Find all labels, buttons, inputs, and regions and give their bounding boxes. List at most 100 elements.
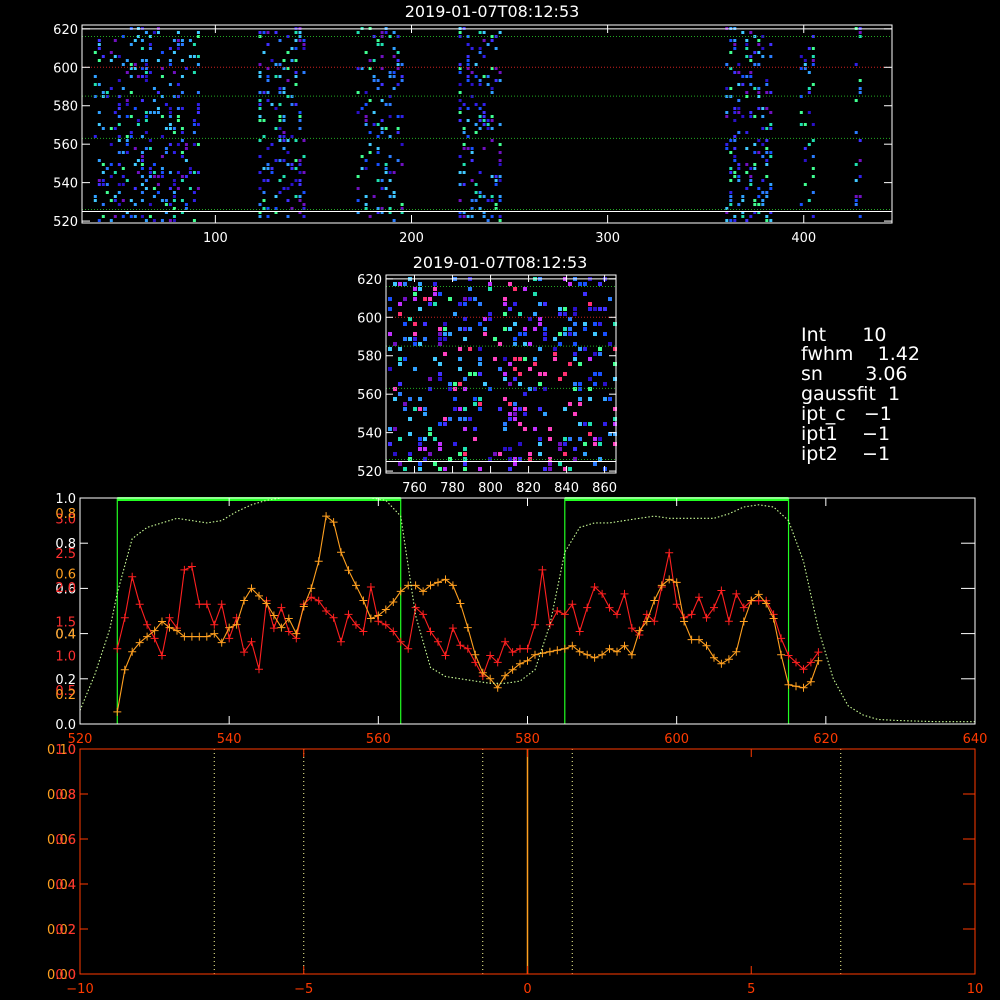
wide-image-pixel bbox=[799, 123, 803, 126]
wide-image-pixel bbox=[168, 63, 172, 66]
wide-image-pixel bbox=[93, 195, 97, 198]
wide-image-pixel bbox=[757, 139, 761, 142]
wide-image-pixel bbox=[803, 123, 807, 126]
zoom-image-pixel bbox=[438, 447, 442, 451]
wide-image-pixel bbox=[282, 135, 286, 138]
zoom-image-pixel bbox=[593, 307, 597, 311]
profile-point-0 bbox=[269, 624, 278, 633]
wide-image-pixel bbox=[380, 99, 384, 102]
wide-image-pixel bbox=[741, 115, 745, 118]
wide-image-pixel bbox=[356, 199, 360, 202]
zoom-image-pixel bbox=[553, 352, 557, 356]
wide-image-pixel bbox=[294, 31, 298, 34]
wide-image-pixel bbox=[266, 75, 270, 78]
profile-point-0 bbox=[337, 637, 345, 646]
zoom-image-pixel bbox=[588, 377, 592, 381]
wide-image-pixel bbox=[266, 31, 270, 34]
zoom-image-pixel bbox=[603, 332, 607, 336]
wide-image-pixel bbox=[140, 163, 144, 166]
zoom-image-pixel bbox=[598, 347, 602, 351]
zoom-image-pixel bbox=[513, 407, 517, 411]
wide-image-pixel bbox=[113, 195, 117, 198]
zoom-image-pixel bbox=[588, 422, 592, 426]
wide-image-pixel bbox=[478, 127, 482, 130]
wide-image-pixel bbox=[117, 139, 121, 142]
wide-image-pixel bbox=[298, 183, 302, 186]
zoom-image-pixel bbox=[573, 342, 577, 346]
wide-image-pixel bbox=[278, 119, 282, 122]
zoom-image-pixel bbox=[533, 427, 537, 431]
bottom-vlines bbox=[213, 749, 842, 974]
wide-image-pixel bbox=[737, 131, 741, 134]
wide-image-pixel bbox=[302, 39, 306, 42]
wide-image-pixel bbox=[364, 123, 368, 126]
wide-image-pixel bbox=[105, 183, 109, 186]
wide-image-pixel bbox=[140, 183, 144, 186]
wide-image-pixel bbox=[737, 111, 741, 114]
wide-image-pixel bbox=[729, 151, 733, 154]
wide-image-pixel bbox=[745, 171, 749, 174]
wide-image-pixel bbox=[302, 139, 306, 142]
wide-image-pixel bbox=[360, 107, 364, 110]
wide-image-pixel bbox=[294, 83, 298, 86]
wide-image-pixel bbox=[168, 143, 172, 146]
profile-point-0 bbox=[187, 562, 196, 571]
wide-image-pixel bbox=[168, 187, 172, 190]
wide-image-pixel bbox=[274, 31, 278, 34]
zoom-image-pixel bbox=[388, 307, 392, 311]
zoom-image-pixel bbox=[433, 302, 437, 306]
profile-xtick-label: 540 bbox=[217, 732, 242, 747]
panel-bottom-plot: −10 −5 0 5 100.000.020.040.060.080.100.00.20… bbox=[47, 743, 983, 997]
zoom-image-pixel bbox=[498, 367, 502, 371]
profile-point-0 bbox=[575, 627, 584, 636]
wide-image-pixel bbox=[144, 63, 148, 66]
wide-image-pixel bbox=[745, 47, 749, 50]
wide-image-pixel bbox=[458, 99, 462, 102]
profile-ytick-white-label: 1.0 bbox=[55, 492, 76, 507]
profile-point-1 bbox=[553, 646, 562, 655]
profile-point-1 bbox=[784, 680, 793, 689]
wide-image-pixel bbox=[490, 127, 494, 130]
wide-image-pixel bbox=[490, 91, 494, 94]
profile-point-1 bbox=[590, 653, 599, 662]
zoom-image-pixel bbox=[508, 307, 512, 311]
wide-image-pixel bbox=[180, 127, 184, 130]
zoom-image-pixel bbox=[508, 412, 512, 416]
wide-image-pixel bbox=[196, 187, 200, 190]
wide-image-pixel bbox=[262, 191, 266, 194]
zoom-image-pixel bbox=[523, 357, 527, 361]
zoom-image-pixel bbox=[583, 442, 587, 446]
wide-image-pixel bbox=[258, 203, 262, 206]
wide-image-pixel bbox=[753, 151, 757, 154]
zoom-image-pixel bbox=[478, 407, 482, 411]
wide-image-pixel bbox=[376, 87, 380, 90]
wide-image-pixel bbox=[282, 159, 286, 162]
profile-point-0 bbox=[366, 583, 375, 591]
wide-image-pixel bbox=[360, 167, 364, 170]
wide-image-pixel bbox=[180, 59, 184, 62]
wide-image-pixel bbox=[765, 195, 769, 198]
wide-image-pixel bbox=[757, 203, 761, 206]
wide-image-pixel bbox=[482, 111, 486, 114]
wide-image-pixel bbox=[129, 199, 133, 202]
wide-image-pixel bbox=[400, 203, 404, 206]
wide-image-pixel bbox=[270, 143, 274, 146]
profile-ytick-orange-label: 0.4 bbox=[55, 628, 76, 643]
wide-image-pixel bbox=[152, 87, 156, 90]
wide-image-pixel bbox=[803, 59, 807, 62]
wide-image-pixel bbox=[858, 31, 862, 34]
wide-image-pixel bbox=[160, 135, 164, 138]
wide-image-pixel bbox=[274, 75, 278, 78]
zoom-image-pixel bbox=[448, 387, 452, 391]
wide-image-pixel bbox=[737, 99, 741, 102]
wide-image-pixel bbox=[376, 163, 380, 166]
zoom-image-pixel bbox=[533, 357, 537, 361]
wide-image-pixel bbox=[192, 71, 196, 74]
wide-image-pixel bbox=[258, 91, 262, 94]
wide-image-pixel bbox=[745, 187, 749, 190]
zoom-image-pixel bbox=[463, 327, 467, 331]
zoom-image-pixel bbox=[478, 347, 482, 351]
wide-image-pixel bbox=[286, 79, 290, 82]
wide-image-pixel bbox=[733, 171, 737, 174]
wide-image-pixel bbox=[490, 119, 494, 122]
